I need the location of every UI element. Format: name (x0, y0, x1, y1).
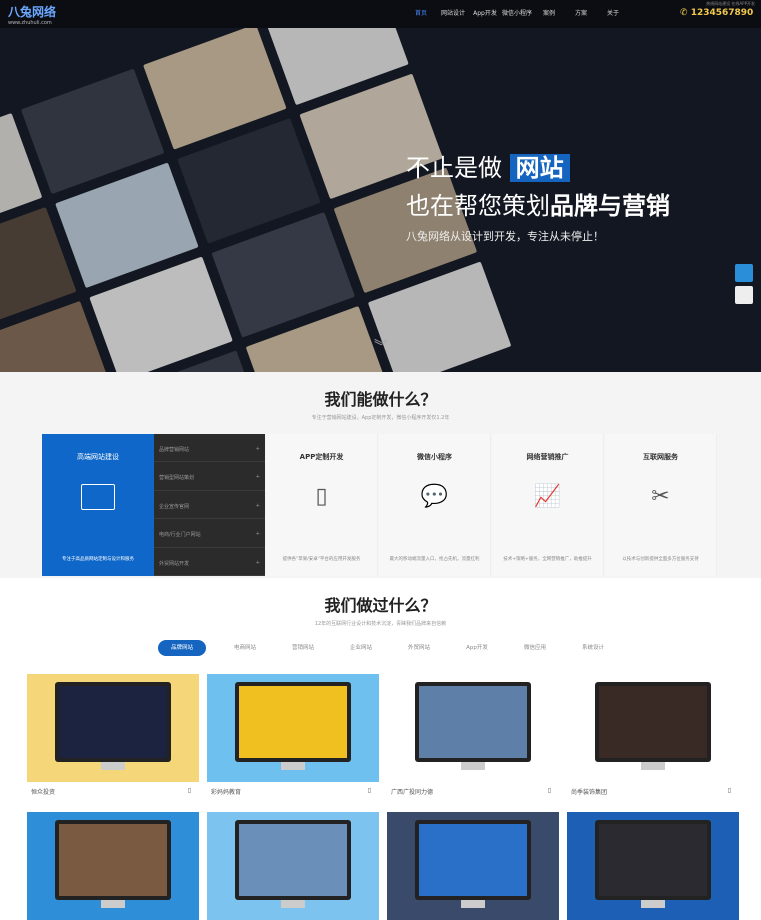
service-menu-item[interactable]: 品牌营销网站 + (154, 434, 265, 463)
case-thumbnail[interactable] (27, 812, 199, 920)
tab-ecommerce[interactable]: 电商网站 (216, 640, 274, 656)
case-thumbnail[interactable] (27, 674, 199, 782)
service-card-marketing[interactable]: 网络营销推广 📈 技术+策略+服务，全网营销推广，助推提升 (492, 434, 604, 576)
tab-wechat[interactable]: 微信应用 (506, 640, 564, 656)
customer-service-icon[interactable] (735, 264, 753, 282)
case-caption[interactable]: 广西广投同力德 ▯ (391, 787, 563, 796)
tab-foreign-trade[interactable]: 外贸网站 (390, 640, 448, 656)
monitor-mockup (55, 682, 171, 762)
cases-subtitle: 12年的互联网行业设计和技术沉淀，青睐我们品牌来自信赖 (314, 621, 447, 627)
mobile-icon: ▯ (367, 787, 371, 794)
monitor-stand (281, 762, 305, 770)
monitor-stand (461, 900, 485, 908)
phone-icon: ✆ (680, 8, 691, 18)
case-caption[interactable]: 尚季装饰集团 ▯ (571, 787, 743, 796)
monitor-stand (101, 762, 125, 770)
main-nav: 首页 网站设计 App开发 微信小程序 案例 方案 关于 (405, 8, 629, 17)
monitor-stand (101, 900, 125, 908)
case-thumbnail[interactable] (387, 812, 559, 920)
monitor-mockup (415, 820, 531, 900)
smartphone-icon: ▯ (315, 484, 328, 509)
nav-web-design[interactable]: 网站设计 (437, 8, 469, 17)
monitor-icon (81, 484, 115, 510)
monitor-stand (641, 762, 665, 770)
service-menu-item[interactable]: 外贸网站开发 + (154, 548, 265, 576)
tab-enterprise[interactable]: 企业网站 (332, 640, 390, 656)
phone-number: ✆ 1234567890 (680, 8, 754, 18)
top-links[interactable]: 热线网站建设 在线APP开发 (706, 1, 755, 7)
service-menu-item[interactable]: 营销型网站策划 + (154, 462, 265, 491)
cases-title: 我们做过什么？ (324, 596, 437, 615)
monitor-mockup (595, 682, 711, 762)
chart-icon: 📈 (533, 484, 562, 509)
hero-slogan-2: 也在帮您策划品牌与营销 (406, 192, 670, 220)
services-section: 我们能做什么？ 专注于营销网站建设，App定制开发，微信小程序开发仅1.2年 高… (0, 372, 761, 578)
monitor-mockup (235, 682, 351, 762)
service-menu: 品牌营销网站 + 营销型网站策划 + 企业宣传官网 + 电商/行业门户网站 + 外贸网站… (154, 434, 265, 576)
mobile-icon: ▯ (727, 787, 731, 794)
monitor-stand (461, 762, 485, 770)
tab-app[interactable]: App开发 (448, 640, 506, 656)
case-thumbnail[interactable] (207, 674, 379, 782)
nav-app[interactable]: App开发 (469, 8, 501, 17)
nav-home[interactable]: 首页 (405, 8, 437, 17)
case-thumbnail[interactable] (567, 812, 739, 920)
hero-banner: 不止是做 网站 也在帮您策划品牌与营销 八兔网络从设计到开发，专注从未停止！ ︾ (0, 28, 761, 372)
case-caption[interactable]: 彩妈妈教育 ▯ (211, 787, 383, 796)
case-tabs: 品牌网站 电商网站 营销网站 企业网站 外贸网站 App开发 微信应用 系统设计 (158, 640, 622, 656)
chevron-down-icon[interactable]: ︾ (374, 336, 388, 356)
hero-tagline: 八兔网络从设计到开发，专注从未停止！ (406, 230, 604, 243)
monitor-mockup (55, 820, 171, 900)
mobile-icon: ▯ (547, 787, 551, 794)
qr-code-icon[interactable] (735, 286, 753, 304)
tab-system[interactable]: 系统设计 (564, 640, 622, 656)
case-thumbnail[interactable] (207, 812, 379, 920)
nav-solutions[interactable]: 方案 (565, 8, 597, 17)
service-card-app[interactable]: APP定制开发 ▯ 提供各"苹果/安卓"平台的应用开发服务 (266, 434, 378, 576)
mobile-icon: ▯ (187, 787, 191, 794)
services-subtitle: 专注于营销网站建设，App定制开发，微信小程序开发仅1.2年 (311, 415, 450, 421)
case-thumbnail[interactable] (567, 674, 739, 782)
nav-about[interactable]: 关于 (597, 8, 629, 17)
service-card-wechat[interactable]: 微信小程序 💬 最大的移动端流量入口，抢占先机，流量红利 (379, 434, 491, 576)
hero-slogan-1: 不止是做 网站 (406, 148, 570, 183)
monitor-mockup (595, 820, 711, 900)
service-menu-item[interactable]: 电商/行业门户网站 + (154, 519, 265, 548)
monitor-stand (281, 900, 305, 908)
services-title: 我们能做什么？ (324, 390, 437, 409)
header: 八兔网络 www.zhuhuli.com 热线网站建设 在线APP开发 首页 网站… (0, 0, 761, 28)
cases-section: 我们做过什么？ 12年的互联网行业设计和技术沉淀，青睐我们品牌来自信赖 品牌网站… (0, 578, 761, 920)
featured-service[interactable]: 高端网站建设 专注于高品质网站定制与设计和服务 (42, 434, 154, 576)
logo[interactable]: 八兔网络 www.zhuhuli.com (8, 3, 56, 26)
wechat-icon: 💬 (420, 484, 449, 509)
nav-cases[interactable]: 案例 (533, 8, 565, 17)
monitor-mockup (235, 820, 351, 900)
monitor-stand (641, 900, 665, 908)
case-caption[interactable]: 恒众投资 ▯ (31, 787, 203, 796)
nav-miniprogram[interactable]: 微信小程序 (501, 8, 533, 17)
tools-icon: ✂ (651, 484, 670, 509)
service-menu-item[interactable]: 企业宣传官网 + (154, 491, 265, 520)
case-thumbnail[interactable] (387, 674, 559, 782)
monitor-mockup (415, 682, 531, 762)
tab-brand[interactable]: 品牌网站 (158, 640, 206, 656)
tab-marketing[interactable]: 营销网站 (274, 640, 332, 656)
service-card-internet[interactable]: 互联网服务 ✂ 以技术与创新提供全面多方位服务支持 (605, 434, 717, 576)
